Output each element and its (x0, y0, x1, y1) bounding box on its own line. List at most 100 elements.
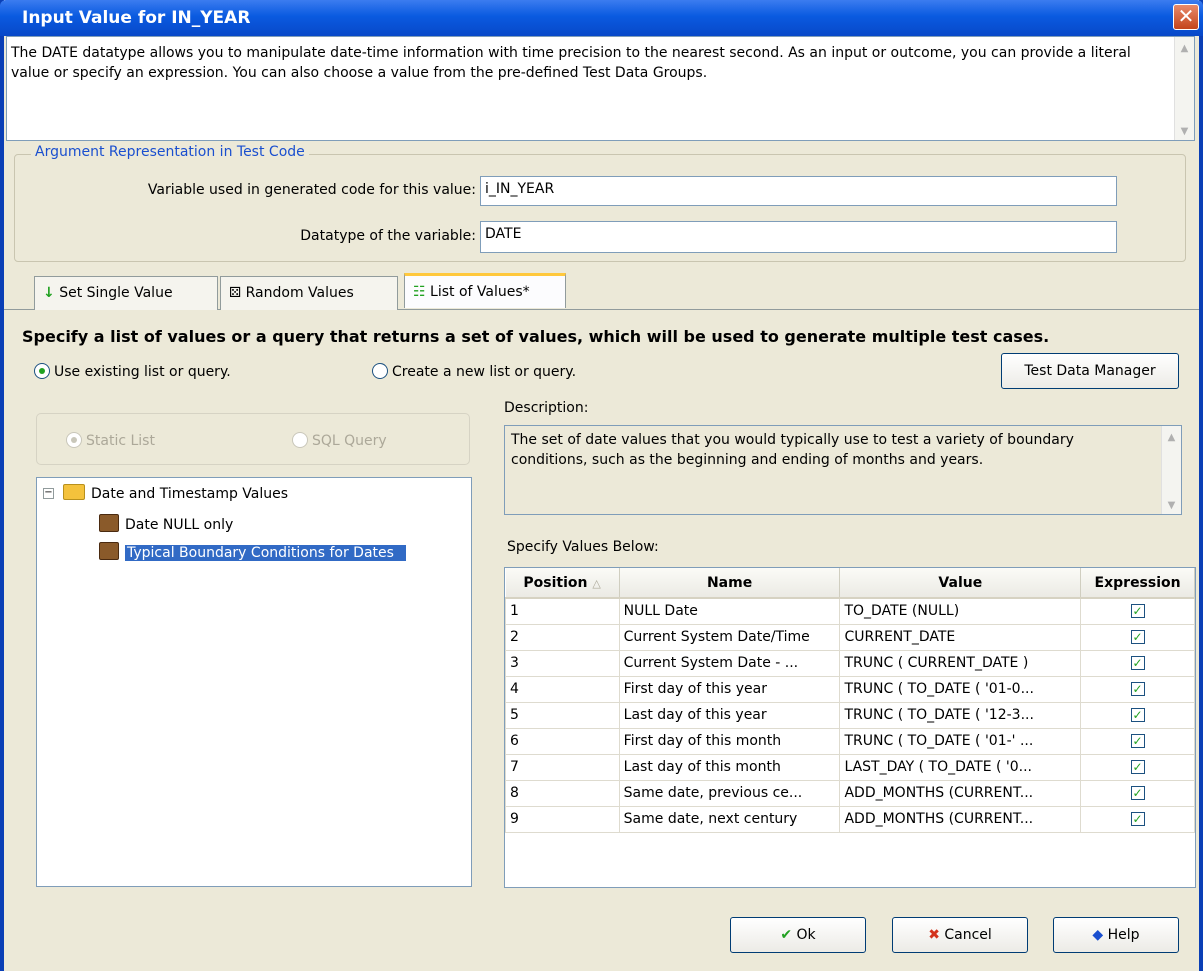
expression-checkbox[interactable]: ✓ (1130, 812, 1145, 826)
briefcase-icon (99, 542, 119, 560)
list-description-scrollbar[interactable]: ▲ ▼ (1161, 426, 1181, 514)
expression-checkbox[interactable]: ✓ (1130, 604, 1145, 619)
cell-value[interactable]: TRUNC ( TO_DATE ( '01-0... (839, 675, 1082, 703)
cell-position[interactable]: 8 (505, 779, 620, 807)
expression-checkbox[interactable]: ✓ (1130, 760, 1145, 774)
expression-checkbox[interactable]: ✓ (1130, 682, 1145, 696)
cell-value[interactable]: TO_DATE (NULL) (839, 597, 1082, 625)
cell-name[interactable]: Current System Date - ... (618, 649, 841, 677)
cell-name[interactable]: NULL Date (618, 597, 841, 625)
radio-use-existing[interactable]: Use existing list or query. (34, 363, 231, 380)
table-row[interactable]: 5 Last day of this year TRUNC ( TO_DATE ( … (505, 701, 1195, 729)
cell-position[interactable]: 9 (505, 805, 620, 833)
collapse-icon[interactable]: − (43, 488, 54, 499)
tree-node-root[interactable]: Date and Timestamp Values (63, 484, 288, 502)
table-row[interactable]: 6 First day of this month TRUNC ( TO_DATE … (505, 727, 1195, 755)
cell-value[interactable]: ADD_MONTHS (CURRENT... (839, 805, 1082, 833)
expression-checkbox[interactable]: ✓ (1130, 708, 1145, 722)
values-grid[interactable]: Position △ Name Value Expression 1 NULL D… (504, 567, 1196, 888)
expression-checkbox[interactable]: ✓ (1130, 656, 1145, 670)
table-row[interactable]: 4 First day of this year TRUNC ( TO_DATE (… (505, 675, 1195, 703)
cell-expression[interactable]: ✓ (1080, 805, 1195, 833)
cell-name[interactable]: Same date, previous ce... (618, 779, 841, 807)
cell-expression[interactable]: ✓ (1080, 623, 1195, 651)
column-header-expression[interactable]: Expression (1080, 568, 1195, 599)
radio-static-list: Static List (66, 432, 155, 449)
cell-expression[interactable]: ✓ (1080, 649, 1195, 677)
cell-name[interactable]: Last day of this month (618, 753, 841, 781)
tree-node-date-null-label: Date NULL only (125, 517, 234, 533)
cell-value[interactable]: CURRENT_DATE (839, 623, 1082, 651)
scroll-down-icon[interactable]: ▼ (1164, 496, 1179, 512)
cancel-x-icon: ✖ (928, 927, 940, 943)
cancel-button[interactable]: ✖ Cancel (892, 917, 1028, 953)
ok-button[interactable]: ✔ Ok (730, 917, 866, 953)
cell-value[interactable]: LAST_DAY ( TO_DATE ( '0... (839, 753, 1082, 781)
table-row[interactable]: 9 Same date, next century ADD_MONTHS (CURR… (505, 805, 1195, 833)
cell-expression[interactable]: ✓ (1080, 701, 1195, 729)
expression-checkbox[interactable]: ✓ (1130, 786, 1145, 800)
column-header-position[interactable]: Position △ (505, 568, 620, 599)
cell-value[interactable]: TRUNC ( CURRENT_DATE ) (839, 649, 1082, 677)
close-button[interactable]: ✕ (1173, 4, 1199, 30)
variable-field[interactable]: i_IN_YEAR (480, 176, 1117, 206)
tree-node-date-null[interactable]: Date NULL only (99, 514, 233, 533)
column-header-value[interactable]: Value (839, 568, 1082, 599)
cell-position[interactable]: 6 (505, 727, 620, 755)
column-header-position-label: Position (523, 574, 588, 591)
cell-position[interactable]: 7 (505, 753, 620, 781)
cell-position[interactable]: 2 (505, 623, 620, 651)
table-row[interactable]: 3 Current System Date - ... TRUNC ( CURREN… (505, 649, 1195, 677)
cell-name[interactable]: Last day of this year (618, 701, 841, 729)
help-icon: ◆ (1092, 927, 1104, 943)
cell-value[interactable]: ADD_MONTHS (CURRENT... (839, 779, 1082, 807)
values-table[interactable]: Position △ Name Value Expression 1 NULL D… (505, 568, 1195, 833)
test-data-manager-button[interactable]: Test Data Manager (1001, 353, 1179, 389)
cell-expression[interactable]: ✓ (1080, 597, 1195, 625)
cell-name[interactable]: Current System Date/Time (618, 623, 841, 651)
cell-expression[interactable]: ✓ (1080, 779, 1195, 807)
tab-random-values[interactable]: ⚄ Random Values (220, 276, 398, 310)
scroll-up-icon[interactable]: ▲ (1164, 428, 1179, 444)
cell-value[interactable]: TRUNC ( TO_DATE ( '12-3... (839, 701, 1082, 729)
datatype-field[interactable]: DATE (480, 221, 1117, 253)
table-row[interactable]: 2 Current System Date/Time CURRENT_DATE ✓ (505, 623, 1195, 651)
cell-value[interactable]: TRUNC ( TO_DATE ( '01-' ... (839, 727, 1082, 755)
close-icon: ✕ (1177, 4, 1195, 28)
test-data-tree[interactable]: − Date and Timestamp Values Date NULL on… (36, 477, 472, 887)
description-scrollbar[interactable]: ▲ ▼ (1174, 37, 1194, 140)
cell-position[interactable]: 3 (505, 649, 620, 677)
cell-position[interactable]: 1 (505, 597, 620, 625)
table-row[interactable]: 8 Same date, previous ce... ADD_MONTHS (CU… (505, 779, 1195, 807)
help-button[interactable]: ◆ Help (1053, 917, 1179, 953)
dice-icon: ⚄ (229, 285, 242, 301)
list-icon: ☷ (413, 284, 426, 300)
list-tab-heading: Specify a list of values or a query that… (22, 327, 1050, 346)
cell-name[interactable]: Same date, next century (618, 805, 841, 833)
cell-name[interactable]: First day of this year (618, 675, 841, 703)
radio-create-new[interactable]: Create a new list or query. (372, 363, 576, 380)
tab-list-of-values-label: List of Values* (430, 284, 530, 300)
cell-position[interactable]: 4 (505, 675, 620, 703)
table-row[interactable]: 1 NULL Date TO_DATE (NULL) ✓ (505, 597, 1195, 625)
cell-position[interactable]: 5 (505, 701, 620, 729)
title-bar[interactable]: Input Value for IN_YEAR ✕ (0, 0, 1203, 36)
cell-expression[interactable]: ✓ (1080, 727, 1195, 755)
expression-checkbox[interactable]: ✓ (1130, 734, 1145, 748)
datatype-label: Datatype of the variable: (300, 228, 476, 244)
scroll-down-icon[interactable]: ▼ (1177, 122, 1192, 138)
cell-name[interactable]: First day of this month (618, 727, 841, 755)
tree-node-typical-boundary[interactable]: Typical Boundary Conditions for Dates (99, 542, 406, 561)
table-row[interactable]: 7 Last day of this month LAST_DAY ( TO_DAT… (505, 753, 1195, 781)
datatype-description-text: The DATE datatype allows you to manipula… (11, 45, 1131, 81)
scroll-up-icon[interactable]: ▲ (1177, 39, 1192, 55)
cell-expression[interactable]: ✓ (1080, 753, 1195, 781)
down-arrow-icon: ↓ (43, 285, 55, 301)
datatype-description: The DATE datatype allows you to manipula… (6, 36, 1195, 141)
column-header-name[interactable]: Name (619, 568, 841, 599)
expression-checkbox[interactable]: ✓ (1130, 630, 1145, 644)
tab-list-of-values[interactable]: ☷ List of Values* (404, 273, 566, 308)
radio-use-existing-label: Use existing list or query. (54, 364, 231, 380)
tab-set-single-value[interactable]: ↓ Set Single Value (34, 276, 218, 310)
cell-expression[interactable]: ✓ (1080, 675, 1195, 703)
